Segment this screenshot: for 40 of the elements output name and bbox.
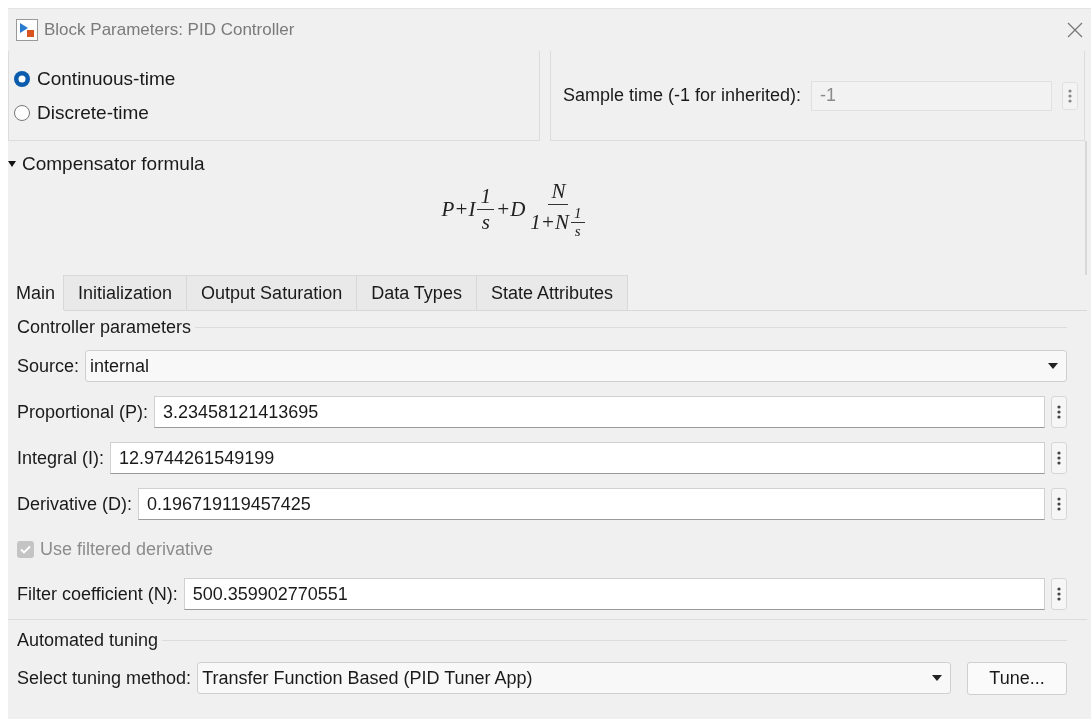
dropdown-caret-icon: [1048, 363, 1058, 369]
radio-button[interactable]: [13, 103, 31, 122]
tab[interactable]: Output Saturation: [186, 275, 358, 310]
parameter-field[interactable]: 12.9744261549199: [110, 442, 1045, 474]
parameter-field[interactable]: 500.359902770551: [183, 578, 1045, 610]
field-label: Derivative (D):: [17, 493, 132, 515]
vertical-dots-icon: [1057, 450, 1061, 466]
dropdown-caret-icon: [932, 675, 942, 681]
more-options-button[interactable]: [1051, 488, 1067, 520]
field-label: Proportional (P):: [17, 401, 149, 423]
vertical-dots-icon: [1057, 586, 1061, 602]
field-label: Integral (I):: [17, 447, 105, 469]
more-options-button[interactable]: [1051, 578, 1067, 610]
vertical-dots-icon: [1057, 496, 1061, 512]
tab[interactable]: Data Types: [356, 275, 477, 310]
block-diagram-icon: [16, 19, 38, 41]
more-options-button[interactable]: [1051, 442, 1067, 474]
parameter-field[interactable]: 3.23458121413695: [154, 396, 1045, 428]
radio-button[interactable]: [13, 69, 31, 88]
vertical-dots-icon: [1057, 404, 1061, 420]
vertical-dots-icon: [1068, 87, 1072, 104]
radio-option[interactable]: Discrete-time: [13, 101, 149, 124]
tab[interactable]: State Attributes: [475, 275, 628, 310]
field-label: Source:: [17, 355, 80, 377]
section-heading: Compensator formula: [22, 153, 205, 175]
field-label: Filter coefficient (N):: [17, 583, 178, 605]
more-options-button[interactable]: [1051, 396, 1067, 428]
field-label: Select tuning method:: [17, 667, 192, 689]
tab[interactable]: Initialization: [63, 275, 188, 310]
tuning-method-dropdown[interactable]: Transfer Function Based (PID Tuner App): [197, 662, 951, 694]
expand-toggle[interactable]: [8, 160, 16, 168]
radio-option[interactable]: Continuous-time: [13, 67, 176, 90]
group-heading: Controller parameters: [17, 316, 192, 338]
close-icon[interactable]: [1067, 22, 1083, 38]
source-dropdown[interactable]: internal: [85, 350, 1067, 382]
tune-button[interactable]: Tune...: [967, 661, 1067, 695]
group-heading: Automated tuning: [17, 629, 159, 651]
field-label: Sample time (-1 for inherited):: [563, 85, 802, 106]
parameter-field[interactable]: 0.196719119457425: [138, 488, 1045, 520]
window-title: Block Parameters: PID Controller: [44, 20, 295, 40]
